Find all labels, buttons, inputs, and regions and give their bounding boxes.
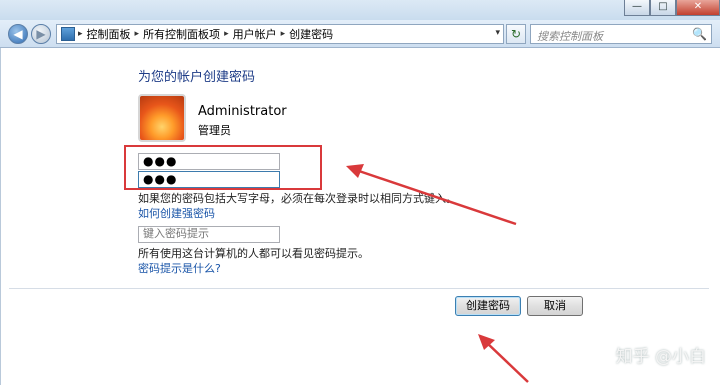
chevron-down-icon[interactable]: ▾ bbox=[495, 28, 500, 38]
address-bar[interactable]: ▸ 控制面板 ▸ 所有控制面板项 ▸ 用户帐户 ▸ 创建密码 ▾ bbox=[56, 24, 504, 44]
user-avatar bbox=[138, 94, 186, 142]
back-button[interactable]: ◀ bbox=[8, 24, 28, 44]
divider bbox=[9, 288, 709, 289]
forward-button[interactable]: ▶ bbox=[31, 24, 51, 44]
breadcrumb-create-password[interactable]: 创建密码 bbox=[289, 26, 333, 42]
search-input[interactable]: 搜索控制面板 🔍 bbox=[530, 24, 712, 44]
minimize-button[interactable]: — bbox=[624, 0, 650, 16]
breadcrumb-user-accounts[interactable]: 用户帐户 bbox=[233, 26, 277, 42]
breadcrumb-separator: ▸ bbox=[78, 29, 83, 39]
user-role: 管理员 bbox=[198, 124, 231, 137]
control-panel-icon bbox=[61, 27, 75, 41]
breadcrumb-all-items[interactable]: 所有控制面板项 bbox=[143, 26, 220, 42]
hint-note: 所有使用这台计算机的人都可以看见密码提示。 bbox=[138, 247, 369, 260]
close-button[interactable]: ✕ bbox=[676, 0, 720, 16]
watermark: 知乎 @小白 bbox=[615, 347, 706, 367]
maximize-button[interactable]: □ bbox=[650, 0, 676, 16]
search-placeholder: 搜索控制面板 bbox=[537, 30, 603, 43]
window-controls: — □ ✕ bbox=[624, 0, 720, 16]
window-titlebar: — □ ✕ bbox=[0, 0, 720, 20]
create-password-button[interactable]: 创建密码 bbox=[455, 296, 521, 316]
user-name: Administrator bbox=[198, 104, 287, 119]
main-content: 为您的帐户创建密码 Administrator 管理员 ●●● ●●● 如果您的… bbox=[0, 48, 720, 385]
search-icon[interactable]: 🔍 bbox=[692, 27, 707, 41]
cancel-button[interactable]: 取消 bbox=[527, 296, 583, 316]
navigation-bar: ◀ ▶ ▸ 控制面板 ▸ 所有控制面板项 ▸ 用户帐户 ▸ 创建密码 ▾ ↻ 搜… bbox=[0, 20, 720, 48]
breadcrumb-separator: ▸ bbox=[134, 29, 140, 39]
refresh-icon[interactable]: ↻ bbox=[506, 24, 526, 44]
breadcrumb-separator: ▸ bbox=[280, 29, 286, 39]
annotation-highlight-box bbox=[124, 145, 322, 190]
caps-note: 如果您的密码包括大写字母，必须在每次登录时以相同方式键入。 bbox=[138, 192, 457, 205]
password-hint-field[interactable]: 键入密码提示 bbox=[138, 226, 280, 243]
strong-password-link[interactable]: 如何创建强密码 bbox=[138, 205, 215, 221]
hint-help-link[interactable]: 密码提示是什么? bbox=[138, 260, 221, 276]
page-title: 为您的帐户创建密码 bbox=[138, 70, 256, 85]
breadcrumb-control-panel[interactable]: 控制面板 bbox=[87, 26, 131, 42]
breadcrumb-separator: ▸ bbox=[224, 29, 229, 39]
